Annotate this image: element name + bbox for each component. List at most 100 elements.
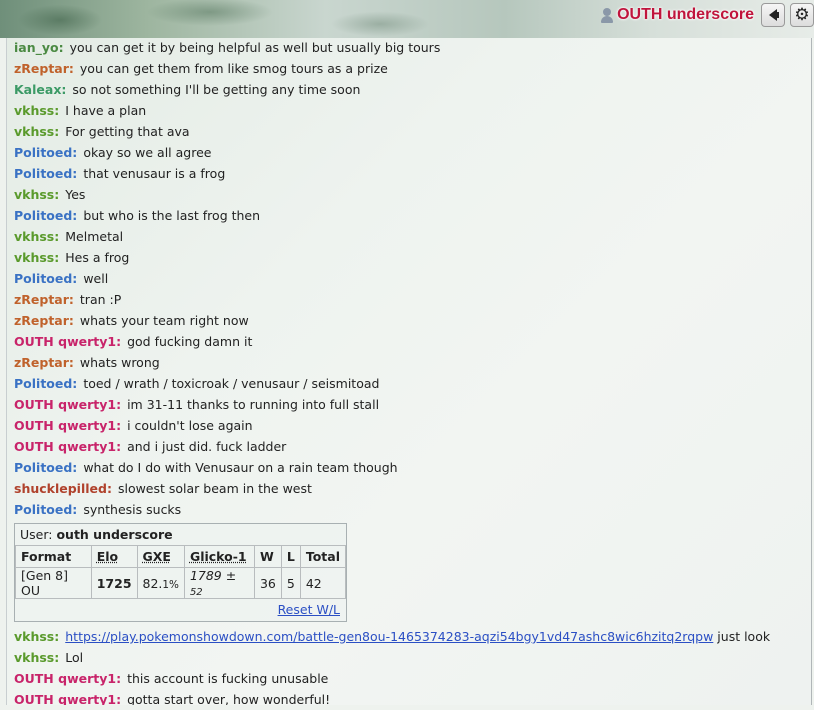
header-background-art <box>0 0 520 38</box>
cell-format: [Gen 8] OU <box>15 567 92 599</box>
rank-user-label: User: <box>20 527 53 542</box>
chat-message-text: this account is fucking unusable <box>127 671 329 686</box>
speaker-icon <box>769 9 779 21</box>
chat-log[interactable]: ian_yo: you can get it by being helpful a… <box>6 38 812 705</box>
chat-username[interactable]: Politoed: <box>14 145 77 160</box>
chat-message-text: and i just did. fuck ladder <box>127 439 287 454</box>
chat-username[interactable]: vkhss: <box>14 229 59 244</box>
chat-username[interactable]: Politoed: <box>14 376 77 391</box>
user-menu[interactable]: OUTH underscore <box>600 6 754 24</box>
chat-message: OUTH qwerty1: this account is fucking unu… <box>7 668 811 689</box>
chat-message-text: i couldn't lose again <box>127 418 253 433</box>
chat-message-text: Lol <box>65 650 84 665</box>
chat-username[interactable]: OUTH qwerty1: <box>14 671 121 686</box>
chat-message: vkhss: Yes <box>7 184 811 205</box>
chat-username[interactable]: OUTH qwerty1: <box>14 397 121 412</box>
chat-message: OUTH qwerty1: gotta start over, how wonde… <box>7 689 811 705</box>
chat-message-text: I have a plan <box>65 103 147 118</box>
top-header: OUTH underscore ⚙ <box>0 0 814 38</box>
cell-total: 42 <box>299 567 347 599</box>
battle-link[interactable]: https://play.pokemonshowdown.com/battle-… <box>65 629 713 644</box>
chat-username[interactable]: zReptar: <box>14 61 74 76</box>
user-icon <box>600 7 614 23</box>
chat-message: Politoed: toed / wrath / toxicroak / venu… <box>7 373 811 394</box>
chat-message: vkhss: I have a plan <box>7 100 811 121</box>
chat-message-text: For getting that ava <box>65 124 190 139</box>
chat-username[interactable]: Politoed: <box>14 166 77 181</box>
chat-username[interactable]: zReptar: <box>14 313 74 328</box>
chat-message: OUTH qwerty1: im 31-11 thanks to running … <box>7 394 811 415</box>
chat-username[interactable]: vkhss: <box>14 187 59 202</box>
chat-username[interactable]: vkhss: <box>14 124 59 139</box>
chat-username[interactable]: vkhss: <box>14 629 59 644</box>
settings-button[interactable]: ⚙ <box>790 3 814 27</box>
rank-user-name: outh underscore <box>56 527 173 542</box>
chat-message-text: just look <box>713 629 771 644</box>
chat-message-text: Yes <box>65 187 86 202</box>
chat-username[interactable]: vkhss: <box>14 103 59 118</box>
cell-wins: 36 <box>253 567 282 599</box>
chat-message: zReptar: you can get them from like smog … <box>7 58 811 79</box>
chat-username[interactable]: zReptar: <box>14 355 74 370</box>
chat-username[interactable]: ian_yo: <box>14 40 64 55</box>
col-gxe[interactable]: GXE <box>136 545 185 568</box>
chat-message-text: god fucking damn it <box>127 334 253 349</box>
message-list-recent: vkhss: Lol OUTH qwerty1: this account is fu… <box>7 647 811 705</box>
cell-elo: 1725 <box>90 567 138 599</box>
gxe-value: 82. <box>142 575 163 591</box>
chat-message-text: synthesis sucks <box>83 502 182 517</box>
chat-message: OUTH qwerty1: god fucking damn it <box>7 331 811 352</box>
chat-message: Politoed: okay so we all agree <box>7 142 811 163</box>
rank-table: Format Elo GXE Glicko-1 W L Total [Gen 8… <box>15 545 347 599</box>
chat-message-text: you can get them from like smog tours as… <box>79 61 388 76</box>
chat-message: Politoed: what do I do with Venusaur on a… <box>7 457 811 478</box>
chat-message-text: slowest solar beam in the west <box>117 481 312 496</box>
rank-user-line: User: outh underscore <box>15 524 346 545</box>
sound-button[interactable] <box>761 3 785 27</box>
col-format: Format <box>15 545 92 568</box>
chat-message-text: you can get it by being helpful as well … <box>69 40 441 55</box>
chat-username[interactable]: OUTH qwerty1: <box>14 334 121 349</box>
gear-icon: ⚙ <box>794 4 810 25</box>
reset-wl-link[interactable]: Reset W/L <box>278 602 340 617</box>
chat-message-text: that venusaur is a frog <box>83 166 226 181</box>
chat-username[interactable]: Politoed: <box>14 271 77 286</box>
chat-username[interactable]: Politoed: <box>14 460 77 475</box>
chat-username[interactable]: OUTH qwerty1: <box>14 692 121 705</box>
chat-username[interactable]: Politoed: <box>14 502 77 517</box>
chat-message: Politoed: well <box>7 268 811 289</box>
chat-message: vkhss: Hes a frog <box>7 247 811 268</box>
chat-username[interactable]: zReptar: <box>14 292 74 307</box>
chat-message-text: Melmetal <box>65 229 124 244</box>
chat-message-text: im 31-11 thanks to running into full sta… <box>127 397 380 412</box>
chat-message: zReptar: whats your team right now <box>7 310 811 331</box>
chat-message-text: toed / wrath / toxicroak / venusaur / se… <box>83 376 380 391</box>
rank-table-header: Format Elo GXE Glicko-1 W L Total <box>15 545 347 568</box>
chat-username[interactable]: vkhss: <box>14 250 59 265</box>
cell-glicko: 1789 ± 52 <box>183 567 255 599</box>
chat-message: vkhss: Melmetal <box>7 226 811 247</box>
user-name[interactable]: OUTH underscore <box>617 6 754 24</box>
chat-message: Politoed: synthesis sucks <box>7 499 811 520</box>
chat-message: Politoed: that venusaur is a frog <box>7 163 811 184</box>
chat-username[interactable]: OUTH qwerty1: <box>14 439 121 454</box>
chat-username[interactable]: Politoed: <box>14 208 77 223</box>
col-elo[interactable]: Elo <box>90 545 138 568</box>
chat-message: vkhss: For getting that ava <box>7 121 811 142</box>
gxe-decimal: 1% <box>162 578 179 591</box>
chat-username[interactable]: vkhss: <box>14 650 59 665</box>
chat-message-text: what do I do with Venusaur on a rain tea… <box>83 460 398 475</box>
glicko-deviation: 52 <box>189 587 203 598</box>
chat-username[interactable]: Kaleax: <box>14 82 66 97</box>
chat-message-text: whats your team right now <box>79 313 249 328</box>
chat-message-text: so not something I'll be getting any tim… <box>72 82 361 97</box>
rank-table-row: [Gen 8] OU 1725 82.1% 1789 ± 52 36 5 42 <box>15 567 347 599</box>
chat-message-text: tran :P <box>79 292 122 307</box>
cell-gxe: 82.1% <box>136 567 185 599</box>
col-glicko[interactable]: Glicko-1 <box>183 545 255 568</box>
chat-username[interactable]: shucklepilled: <box>14 481 112 496</box>
elo-value: 1725 <box>96 575 132 591</box>
chat-message: zReptar: tran :P <box>7 289 811 310</box>
chat-message-text: but who is the last frog then <box>83 208 261 223</box>
chat-username[interactable]: OUTH qwerty1: <box>14 418 121 433</box>
